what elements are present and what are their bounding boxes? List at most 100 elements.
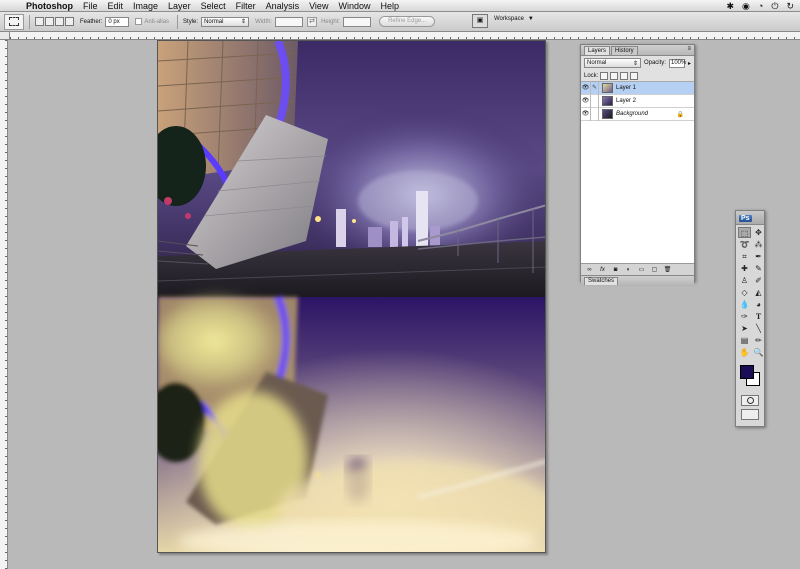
ruler-origin[interactable] [0, 32, 10, 40]
shape-tool-icon[interactable]: ╲ [752, 323, 765, 334]
move-tool-icon[interactable]: ✥ [752, 227, 765, 238]
tools-grid: ⬚ ✥ ➰ ⁂ ⌗ ✒ ✚ ✎ ♙ ✐ ◇ ◭ 💧 ◕ ✑ T ➤ ╲ ▤ ✏ … [736, 225, 764, 360]
new-layer-icon[interactable]: ▢ [650, 266, 659, 274]
color-sampler-tool-icon[interactable]: ✏ [752, 335, 765, 346]
healing-tool-icon[interactable]: ✚ [738, 263, 751, 274]
brush-tool-icon[interactable]: ✎ [752, 263, 765, 274]
tab-layers[interactable]: Layers [584, 46, 611, 55]
tab-swatches[interactable]: Swatches [584, 277, 619, 285]
layer-row-layer-2[interactable]: 👁 Layer 2 [581, 94, 694, 108]
lasso-tool-icon[interactable]: ➰ [738, 239, 751, 250]
tools-panel-header[interactable]: Ps [736, 211, 764, 225]
workspace-menu[interactable]: Workspace ▼ [494, 16, 534, 22]
opacity-input[interactable]: 100% [668, 58, 686, 68]
adjustment-layer-icon[interactable]: ◐ [624, 266, 633, 274]
quick-mask-button[interactable] [741, 395, 759, 406]
layer-row-layer-1[interactable]: 👁 ✎ Layer 1 [581, 81, 694, 95]
bridge-button[interactable]: ▣ [472, 14, 488, 28]
anti-alias-checkbox[interactable] [135, 18, 143, 25]
feather-input[interactable]: 0 px [105, 16, 130, 27]
history-brush-tool-icon[interactable]: ✐ [752, 275, 765, 286]
menu-edit[interactable]: Edit [108, 1, 124, 11]
lock-position-icon[interactable] [620, 71, 629, 80]
clock-icon[interactable]: ◔ [758, 1, 763, 11]
eye-icon[interactable]: 👁 [581, 94, 591, 108]
screen-mode-button[interactable] [741, 409, 759, 420]
eye-icon[interactable]: 👁 [581, 107, 591, 121]
divider [177, 14, 179, 29]
crop-tool-icon[interactable]: ⌗ [738, 251, 751, 262]
foreground-color-swatch[interactable] [740, 365, 754, 379]
subtract-selection-icon[interactable] [55, 17, 64, 26]
vertical-ruler[interactable] [0, 40, 8, 569]
layer-name: Layer 2 [616, 98, 637, 104]
marquee-tool-icon[interactable]: ⬚ [738, 227, 751, 238]
menu-help[interactable]: Help [380, 1, 399, 11]
menu-analysis[interactable]: Analysis [266, 1, 300, 11]
style-select[interactable]: Normal ⇕ [201, 16, 250, 27]
magic-wand-tool-icon[interactable]: ⁂ [752, 239, 765, 250]
new-group-icon[interactable]: ▭ [637, 266, 646, 274]
caret-down-icon: ▼ [527, 16, 534, 22]
intersect-selection-icon[interactable] [65, 17, 74, 26]
blend-mode-select[interactable]: Normal ⇕ [584, 58, 641, 68]
eye-icon[interactable]: 👁 [581, 81, 591, 95]
layers-toolbar: ∞ fx ◙ ◐ ▭ ▢ 🗑 [581, 263, 694, 275]
menu-image[interactable]: Image [133, 1, 158, 11]
chevron-down-icon: ⇕ [632, 60, 638, 67]
tab-history[interactable]: History [611, 46, 638, 55]
notes-tool-icon[interactable]: ▤ [738, 335, 751, 346]
link-icon [591, 107, 599, 121]
opacity-slider-icon[interactable]: ▸ [688, 60, 691, 67]
eyedropper-tool-icon[interactable]: ✒ [752, 251, 765, 262]
power-icon[interactable]: ⏻ [771, 1, 778, 12]
link-layers-icon[interactable]: ∞ [585, 266, 594, 274]
lock-label: Lock: [584, 72, 599, 79]
menu-window[interactable]: Window [338, 1, 370, 11]
type-tool-icon[interactable]: T [752, 311, 765, 322]
menu-bar: Photoshop File Edit Image Layer Select F… [0, 0, 800, 12]
menu-select[interactable]: Select [201, 1, 226, 11]
new-selection-icon[interactable] [35, 17, 44, 26]
app-menu[interactable]: Photoshop [26, 1, 73, 11]
layer-style-icon[interactable]: fx [598, 266, 607, 274]
lock-all-icon[interactable] [630, 71, 639, 80]
refine-edge-button[interactable]: Refine Edge... [379, 16, 436, 27]
wifi-icon[interactable]: ◉ [742, 1, 750, 12]
panel-menu-icon[interactable]: ≡ [687, 46, 691, 52]
photoshop-logo: Ps [739, 215, 752, 222]
blend-mode-value: Normal [587, 60, 607, 66]
layer-name: Background [616, 111, 649, 117]
lock-icon: 🔒 [676, 111, 684, 118]
menu-file[interactable]: File [83, 1, 98, 11]
layer-row-background[interactable]: 👁 Background 🔒 [581, 107, 694, 121]
path-selection-tool-icon[interactable]: ➤ [738, 323, 751, 334]
opacity-label: Opacity: [643, 60, 666, 66]
dodge-tool-icon[interactable]: ◕ [752, 299, 765, 310]
time-machine-icon[interactable]: ↻ [786, 1, 794, 12]
stamp-tool-icon[interactable]: ♙ [738, 275, 751, 286]
menu-layer[interactable]: Layer [168, 1, 191, 11]
document-canvas[interactable] [157, 40, 546, 553]
lock-pixels-icon[interactable] [610, 71, 619, 80]
hand-tool-icon[interactable]: ✋ [738, 347, 751, 358]
zoom-tool-icon[interactable]: 🔍 [752, 347, 765, 358]
bucket-tool-icon[interactable]: ◭ [752, 287, 765, 298]
bluetooth-icon[interactable]: ✱ [726, 1, 734, 12]
horizontal-ruler[interactable] [10, 32, 800, 40]
pen-tool-icon[interactable]: ✑ [738, 311, 751, 322]
tool-preset-picker[interactable] [4, 13, 24, 30]
swap-dimensions-icon[interactable]: ⇄ [307, 16, 318, 27]
lock-transparent-icon[interactable] [600, 71, 609, 80]
width-input[interactable] [275, 16, 304, 27]
blur-tool-icon[interactable]: 💧 [738, 299, 751, 310]
layer-mask-icon[interactable]: ◙ [611, 266, 620, 274]
trash-icon[interactable]: 🗑 [663, 266, 672, 274]
eraser-tool-icon[interactable]: ◇ [738, 287, 751, 298]
menu-view[interactable]: View [309, 1, 328, 11]
height-input[interactable] [343, 16, 372, 27]
add-selection-icon[interactable] [45, 17, 54, 26]
layer-thumbnail [602, 96, 613, 106]
menu-filter[interactable]: Filter [236, 1, 256, 11]
anti-alias-label: Anti-alias [144, 18, 170, 25]
